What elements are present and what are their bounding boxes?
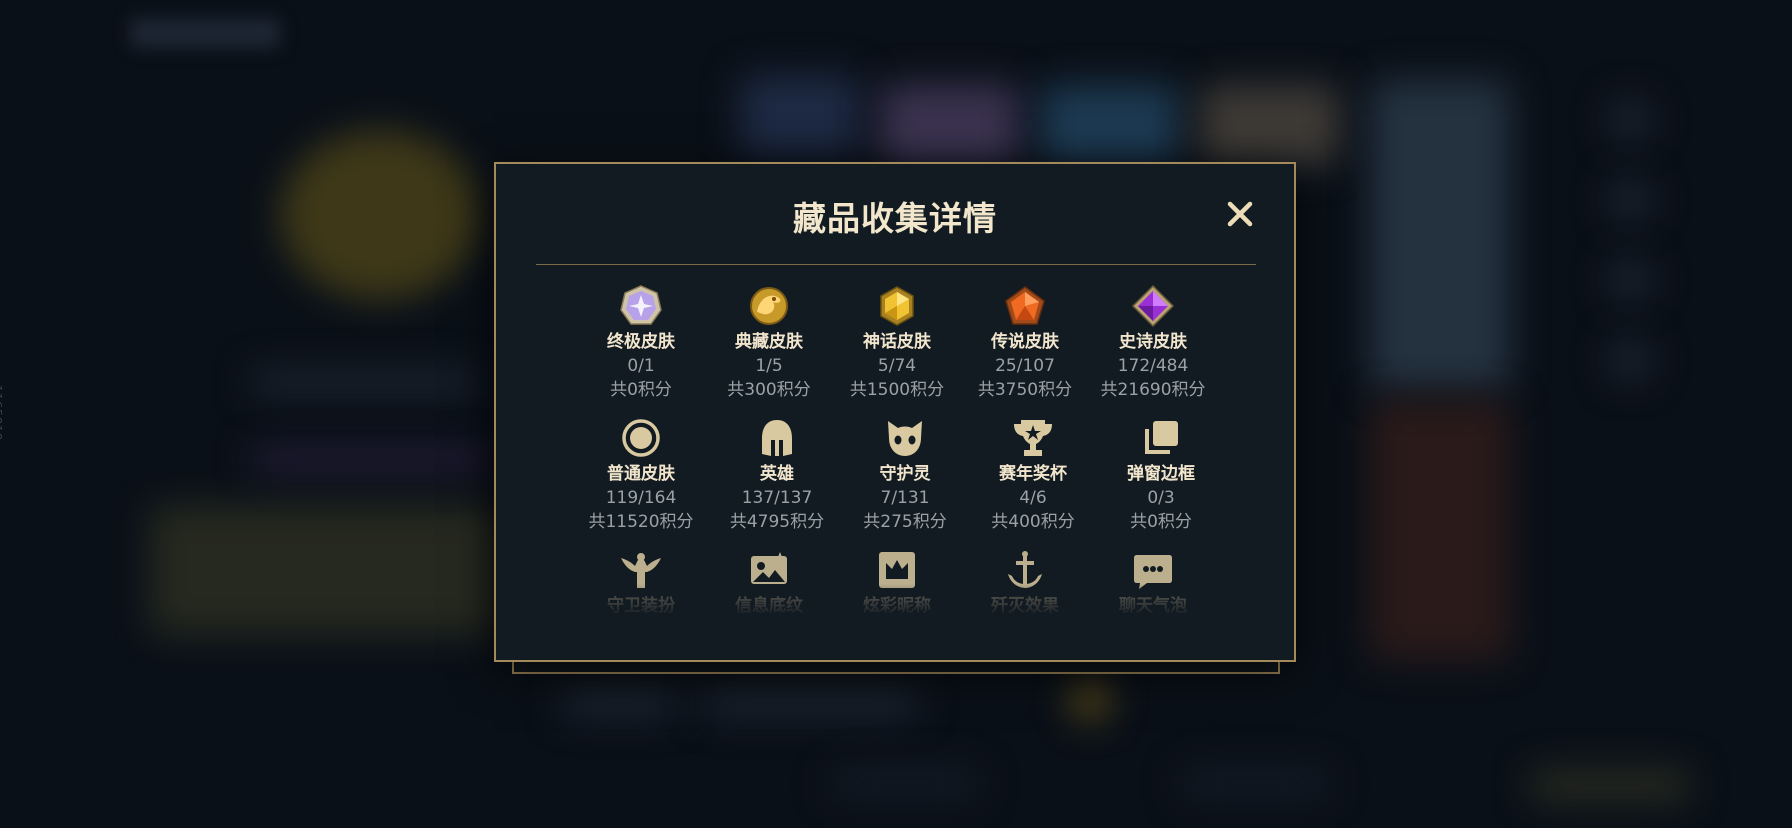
collection-item[interactable]: 终极皮肤 0/1 共0积分 (576, 284, 706, 402)
circle-icon (622, 419, 660, 457)
collection-item[interactable]: 炫彩昵称 (832, 548, 962, 618)
modal-bottom-edge (512, 660, 1280, 674)
banner-image-icon (751, 552, 787, 584)
dragon-gem-icon (750, 287, 788, 325)
collection-item[interactable]: 英雄 137/137 共4795积分 (712, 416, 842, 534)
background-card (880, 85, 1020, 165)
item-count: 119/164 (605, 488, 677, 508)
ultimate-gem-icon (620, 285, 662, 325)
item-count: 7/131 (880, 488, 930, 508)
item-name: 炫彩昵称 (863, 596, 931, 616)
item-name: 聊天气泡 (1119, 596, 1187, 616)
item-name: 英雄 (760, 464, 794, 484)
item-count: 25/107 (995, 356, 1055, 376)
item-points: 共3750积分 (977, 380, 1073, 400)
collection-item[interactable]: 信息底纹 (704, 548, 834, 618)
item-count: 0/3 (1147, 488, 1175, 508)
collection-item[interactable]: 典藏皮肤 1/5 共300积分 (704, 284, 834, 402)
collection-item[interactable]: 守护灵 7/131 共275积分 (840, 416, 970, 534)
item-count: 172/484 (1117, 356, 1189, 376)
background-icon (1610, 180, 1650, 220)
collection-item[interactable]: 弹窗边框 0/3 共0积分 (1096, 416, 1226, 534)
chat-bubble-icon (1134, 555, 1172, 589)
anchor-icon (1008, 551, 1042, 588)
collection-details-modal: 藏品收集详情 终极皮肤 0/1 共0积分 典藏皮肤 1/5 共300积分 神话皮… (494, 162, 1296, 662)
item-name: 传说皮肤 (991, 332, 1059, 352)
cat-face-icon (888, 421, 922, 456)
background-icon (1610, 260, 1650, 300)
item-name: 神话皮肤 (863, 332, 931, 352)
item-count: 4/6 (1019, 488, 1047, 508)
title-divider (536, 264, 1256, 265)
helmet-icon (762, 420, 792, 456)
background-card (1200, 85, 1340, 165)
stacked-frames-icon (1145, 421, 1178, 454)
background-bar (830, 770, 980, 796)
collection-item[interactable]: 普通皮肤 119/164 共11520积分 (576, 416, 706, 534)
close-button[interactable] (1224, 198, 1256, 230)
item-name: 弹窗边框 (1127, 464, 1195, 484)
epic-gem-icon (1131, 284, 1175, 328)
close-icon (1227, 201, 1253, 227)
item-count: 0/1 (627, 356, 655, 376)
item-count: 5/74 (877, 356, 917, 376)
item-name: 守卫装扮 (607, 596, 675, 616)
item-name: 普通皮肤 (607, 464, 675, 484)
background-icon (1070, 680, 1110, 720)
collection-item[interactable]: 赛年奖杯 4/6 共400积分 (968, 416, 1098, 534)
collection-item[interactable]: 传说皮肤 25/107 共3750积分 (960, 284, 1090, 402)
item-name: 守护灵 (879, 464, 931, 484)
item-points: 共4795积分 (729, 512, 825, 532)
background-header (130, 18, 280, 48)
background-bar (1180, 770, 1330, 796)
trophy-icon (1014, 420, 1052, 456)
background-panel (150, 505, 500, 635)
item-points: 共11520积分 (588, 512, 694, 532)
background-card (1370, 80, 1510, 390)
item-points: 共400积分 (991, 512, 1075, 532)
modal-title: 藏品收集详情 (793, 199, 997, 238)
item-name: 信息底纹 (735, 596, 803, 616)
side-id-text: 1165818 (0, 385, 4, 441)
item-count: 1/5 (755, 356, 783, 376)
crown-badge-icon (879, 552, 915, 588)
item-count: 137/137 (741, 488, 813, 508)
ward-icon (621, 553, 661, 588)
collection-item[interactable]: 神话皮肤 5/74 共1500积分 (832, 284, 962, 402)
background-bar (250, 370, 480, 394)
item-name: 典藏皮肤 (735, 332, 803, 352)
background-bar (560, 690, 680, 716)
collection-item[interactable]: 聊天气泡 (1088, 548, 1218, 618)
background-bar (250, 450, 490, 470)
mythic-gem-icon (880, 286, 914, 326)
background-emblem (280, 130, 480, 300)
item-points: 共300积分 (727, 380, 811, 400)
item-points: 共1500积分 (849, 380, 945, 400)
item-name: 歼灭效果 (991, 596, 1059, 616)
background-button (1530, 770, 1690, 800)
background-bar (700, 690, 920, 716)
background-icon (1610, 340, 1650, 380)
collection-item[interactable]: 史诗皮肤 172/484 共21690积分 (1088, 284, 1218, 402)
background-card (1040, 85, 1180, 165)
background-card (1370, 400, 1510, 660)
collection-item[interactable]: 守卫装扮 (576, 548, 706, 618)
item-name: 终极皮肤 (607, 332, 675, 352)
item-name: 赛年奖杯 (999, 464, 1067, 484)
item-points: 共21690积分 (1100, 380, 1206, 400)
legendary-gem-icon (1005, 286, 1045, 325)
item-name: 史诗皮肤 (1119, 332, 1187, 352)
item-points: 共0积分 (610, 380, 672, 400)
background-icon (1610, 100, 1650, 140)
item-points: 共275积分 (863, 512, 947, 532)
background-card (740, 75, 860, 155)
item-points: 共0积分 (1130, 512, 1192, 532)
collection-item[interactable]: 歼灭效果 (960, 548, 1090, 618)
